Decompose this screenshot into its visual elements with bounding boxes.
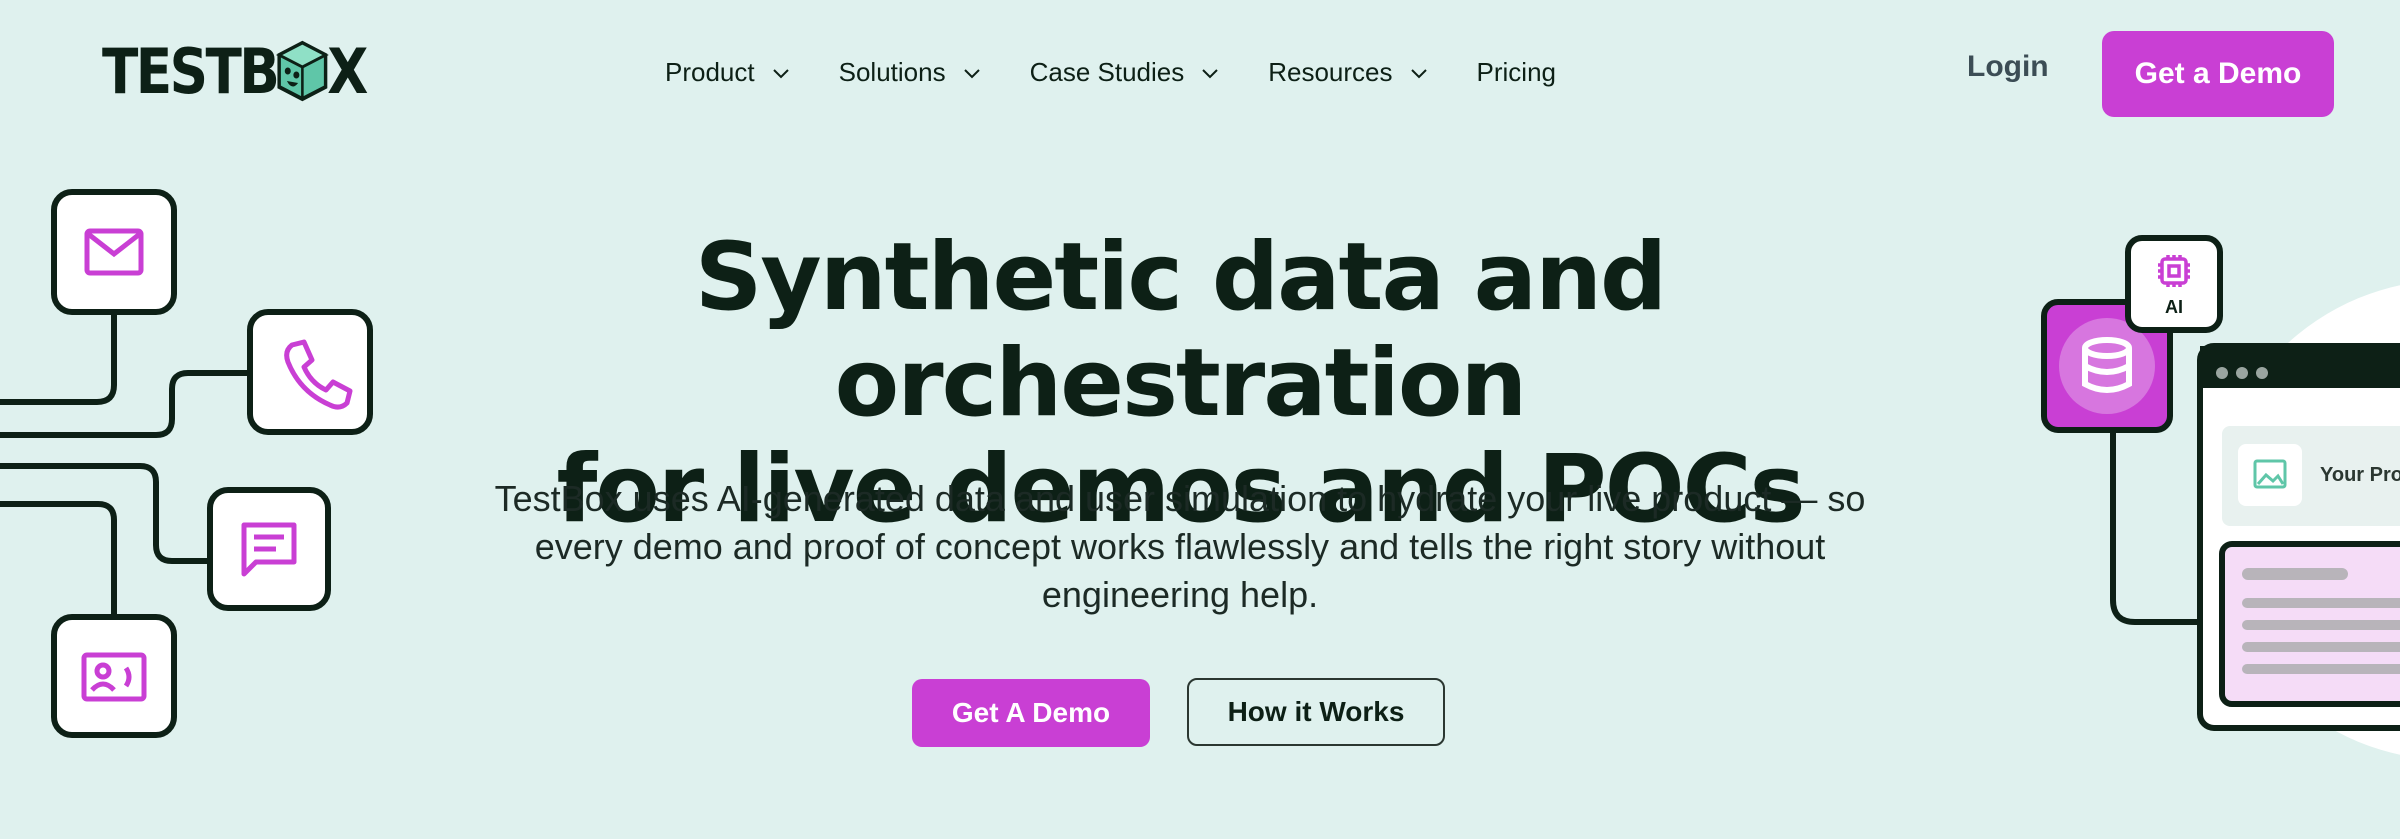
nav-item-pricing[interactable]: Pricing: [1477, 57, 1556, 88]
nav-item-product[interactable]: Product: [665, 57, 789, 88]
chevron-down-icon: [1410, 69, 1427, 79]
nav-item-label: Solutions: [838, 56, 946, 87]
nav-item-resources[interactable]: Resources: [1268, 56, 1427, 88]
browser-window: Your Pro: [2197, 343, 2400, 731]
nav-item-solutions[interactable]: Solutions: [839, 57, 980, 88]
chevron-down-icon: [772, 69, 789, 79]
chevron-down-icon: [963, 69, 980, 79]
nav-item-label: Pricing: [1476, 56, 1556, 87]
nav-item-case-studies[interactable]: Case Studies: [1030, 57, 1219, 88]
hero-subtext: TestBox uses AI-generated data and user …: [494, 478, 1866, 615]
get-a-demo-hero-button[interactable]: Get A Demo: [912, 679, 1150, 747]
hero-headline-line-1: Synthetic data and orchestration: [694, 223, 1668, 438]
phone-card: [247, 309, 373, 435]
chat-card: [207, 487, 331, 611]
ai-chip-card: AI: [2125, 235, 2223, 333]
your-product-label: Your Pro: [2320, 464, 2400, 486]
main-nav: Product Solutions Case Studies Resources…: [665, 52, 1606, 92]
product-illustration: AI Your Pro: [2041, 235, 2400, 755]
nav-item-label: Product: [665, 56, 755, 87]
nav-item-label: Resources: [1268, 56, 1393, 87]
how-it-works-button[interactable]: How it Works: [1187, 678, 1445, 746]
nav-item-label: Case Studies: [1029, 56, 1185, 87]
mail-card: [51, 189, 177, 315]
contact-card: [51, 614, 177, 738]
chevron-down-icon: [1202, 69, 1218, 79]
ai-label: AI: [2165, 297, 2183, 317]
channels-illustration: [0, 189, 373, 738]
